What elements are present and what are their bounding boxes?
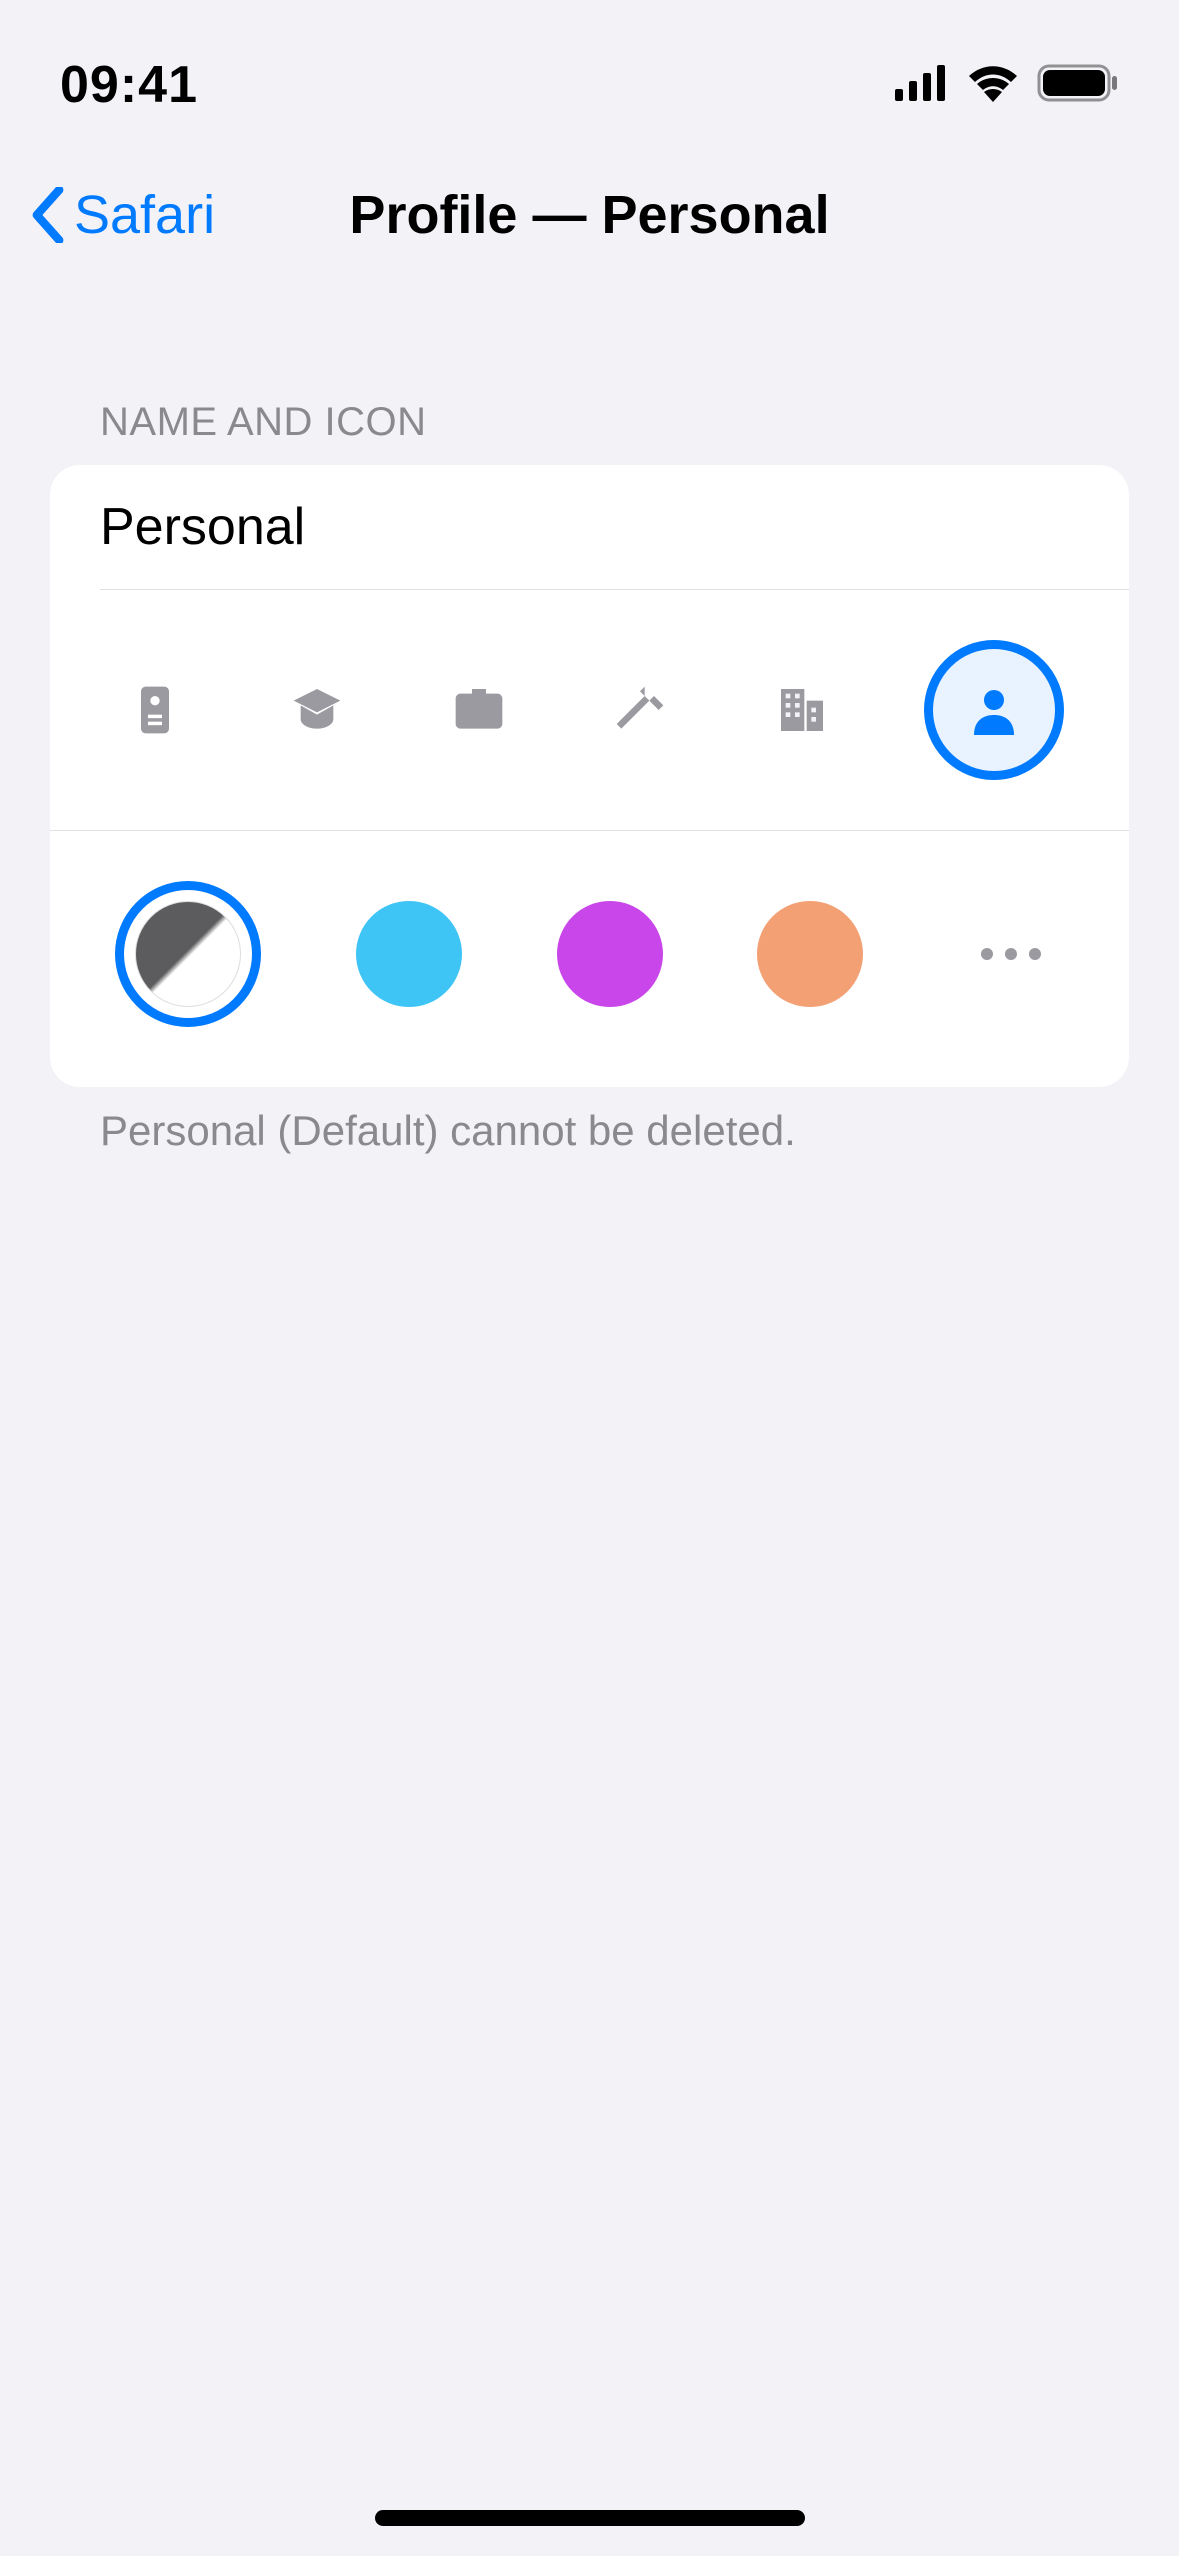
home-indicator[interactable] (375, 2510, 805, 2526)
ellipsis-dot-icon (981, 948, 993, 960)
color-option-more[interactable] (958, 948, 1064, 960)
status-time: 09:41 (60, 55, 198, 115)
section-header: Name and Icon (50, 400, 1129, 465)
briefcase-icon (451, 682, 507, 738)
badge-icon (127, 682, 183, 738)
back-label: Safari (74, 184, 215, 246)
default-color-swatch (135, 901, 241, 1007)
color-option-purple[interactable] (557, 901, 663, 1007)
nav-bar: Safari Profile — Personal (0, 150, 1179, 280)
back-button[interactable]: Safari (30, 184, 215, 246)
icon-option-briefcase[interactable] (439, 670, 519, 750)
icon-option-hammer[interactable] (600, 670, 680, 750)
settings-card: Personal (50, 465, 1129, 1087)
name-and-icon-section: Name and Icon Personal (0, 400, 1179, 1155)
chevron-left-icon (30, 187, 66, 243)
section-footer: Personal (Default) cannot be deleted. (50, 1087, 1129, 1155)
ellipsis-dot-icon (1005, 948, 1017, 960)
icon-option-building[interactable] (762, 670, 842, 750)
icon-picker-row (50, 590, 1129, 830)
color-option-blue[interactable] (356, 901, 462, 1007)
graduation-cap-icon (289, 682, 345, 738)
wifi-icon (967, 64, 1019, 107)
icon-option-graduation[interactable] (277, 670, 357, 750)
ellipsis-dot-icon (1029, 948, 1041, 960)
color-option-orange[interactable] (757, 901, 863, 1007)
cellular-icon (895, 65, 949, 106)
hammer-icon (612, 682, 668, 738)
icon-option-person[interactable] (924, 640, 1064, 780)
person-icon (964, 680, 1024, 740)
page-title: Profile — Personal (349, 184, 829, 246)
building-icon (774, 682, 830, 738)
status-bar: 09:41 (0, 0, 1179, 150)
profile-name-value: Personal (100, 498, 305, 556)
color-option-default[interactable] (115, 881, 261, 1027)
icon-option-badge[interactable] (115, 670, 195, 750)
status-icons (895, 64, 1119, 107)
battery-icon (1037, 64, 1119, 107)
profile-name-field[interactable]: Personal (50, 465, 1129, 589)
color-picker-row (50, 831, 1129, 1087)
